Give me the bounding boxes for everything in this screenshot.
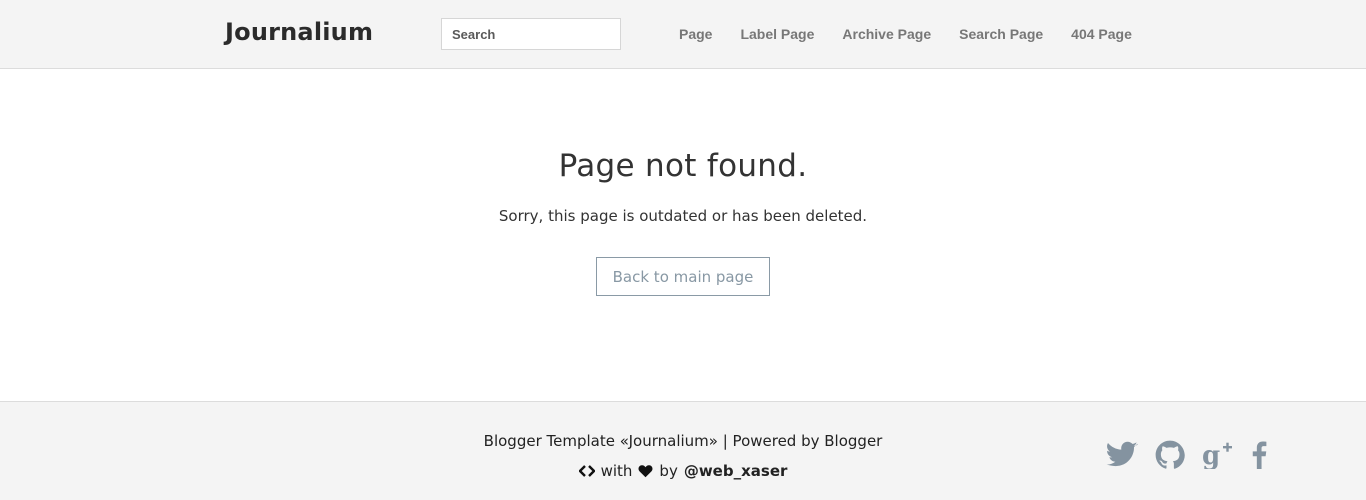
author-link[interactable]: @web_xaser [684, 462, 788, 480]
error-message: Sorry, this page is outdated or has been… [498, 207, 868, 225]
nav-item-404-page[interactable]: 404 Page [1071, 26, 1132, 42]
main-content: Page not found. Sorry, this page is outd… [0, 70, 1366, 401]
heart-icon [638, 464, 653, 478]
google-plus-icon[interactable]: g [1202, 441, 1234, 469]
nav-item-search-page[interactable]: Search Page [959, 26, 1043, 42]
search-input[interactable] [441, 18, 621, 50]
footer-with-text: with [600, 462, 633, 480]
nav-item-page[interactable]: Page [679, 26, 712, 42]
back-to-main-button[interactable]: Back to main page [596, 257, 770, 296]
page-title: Page not found. [558, 148, 808, 184]
site-header: Journalium Page Label Page Archive Page … [0, 0, 1366, 69]
site-logo[interactable]: Journalium [225, 18, 373, 46]
nav-item-archive-page[interactable]: Archive Page [842, 26, 931, 42]
twitter-icon[interactable] [1106, 441, 1138, 469]
social-links: g [1106, 440, 1284, 470]
code-icon [578, 464, 595, 478]
site-footer: Blogger Template «Journalium» | Powered … [0, 401, 1366, 500]
svg-text:g: g [1202, 441, 1220, 469]
nav-item-label-page[interactable]: Label Page [740, 26, 814, 42]
footer-by-text: by [659, 462, 678, 480]
main-nav: Page Label Page Archive Page Search Page… [679, 26, 1160, 42]
facebook-icon[interactable] [1251, 441, 1267, 469]
github-icon[interactable] [1155, 440, 1185, 470]
